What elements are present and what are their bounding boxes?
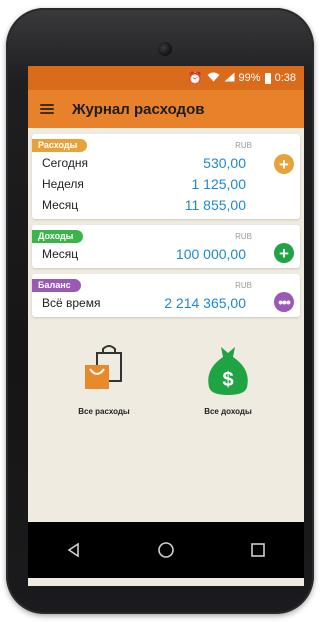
income-card[interactable]: Доходы RUB Месяц 100 000,00 +: [32, 225, 300, 268]
tiles: Все расходы $ Все доходы: [32, 343, 300, 416]
money-bag-icon: $: [203, 343, 253, 397]
back-triangle-icon[interactable]: [54, 530, 94, 570]
nav-bar: [28, 522, 304, 578]
app-bar: Журнал расходов: [28, 90, 304, 128]
row-label: Сегодня: [42, 155, 88, 170]
page-title: Журнал расходов: [72, 100, 205, 118]
phone-camera: [158, 42, 172, 56]
row-value: 530,00: [203, 154, 246, 171]
row-label: Всё время: [42, 295, 101, 310]
income-badge: Доходы: [32, 229, 84, 243]
app-screen: ⏰ 99% 0:38 Журнал расходов Расходы RUB С…: [28, 66, 304, 586]
all-expenses-button[interactable]: Все расходы: [49, 343, 159, 416]
all-income-button[interactable]: $ Все доходы: [173, 343, 283, 416]
home-circle-icon[interactable]: [146, 530, 186, 570]
shopping-bag-icon: [79, 343, 129, 397]
more-dots-icon[interactable]: •••: [274, 292, 294, 312]
add-income-icon[interactable]: +: [274, 243, 294, 263]
status-time: 0:38: [274, 72, 296, 84]
expenses-badge: Расходы: [32, 138, 88, 152]
all-income-label: Все доходы: [204, 407, 252, 416]
row-label: Месяц: [42, 246, 79, 261]
balance-badge: Баланс: [32, 278, 81, 292]
hamburger-icon[interactable]: [40, 104, 54, 114]
income-currency: RUB: [235, 231, 252, 241]
balance-currency: RUB: [235, 280, 252, 290]
row-label: Месяц: [42, 197, 79, 212]
battery-icon: [264, 72, 271, 84]
phone-speaker: [58, 42, 68, 48]
expenses-currency: RUB: [235, 140, 252, 150]
recent-square-icon[interactable]: [238, 530, 278, 570]
row-value: 1 125,00: [191, 175, 247, 192]
signal-icon: [224, 72, 235, 84]
alarm-icon: ⏰: [187, 71, 203, 85]
row-value: 100 000,00: [175, 245, 246, 262]
row-label: Неделя: [42, 176, 84, 191]
all-expenses-label: Все расходы: [78, 407, 130, 416]
wifi-icon: [207, 72, 220, 84]
expenses-card[interactable]: Расходы RUB Сегодня 530,00 Неделя 1 125,…: [32, 134, 300, 219]
content: Расходы RUB Сегодня 530,00 Неделя 1 125,…: [28, 128, 304, 422]
row-value: 2 214 365,00: [164, 294, 246, 311]
battery-percent: 99%: [238, 72, 261, 84]
list-item: Неделя 1 125,00: [32, 173, 300, 194]
add-expense-icon[interactable]: +: [274, 154, 294, 174]
svg-text:$: $: [222, 369, 233, 391]
list-item: Месяц 100 000,00: [32, 243, 300, 264]
phone-frame: ⏰ 99% 0:38 Журнал расходов Расходы RUB С…: [6, 8, 314, 614]
list-item: Всё время 2 214 365,00: [32, 292, 300, 313]
balance-card[interactable]: Баланс RUB Всё время 2 214 365,00 •••: [32, 274, 300, 317]
list-item: Сегодня 530,00: [32, 152, 300, 173]
row-value: 11 855,00: [184, 196, 246, 213]
status-bar: ⏰ 99% 0:38: [28, 66, 304, 90]
list-item: Месяц 11 855,00: [32, 194, 300, 215]
